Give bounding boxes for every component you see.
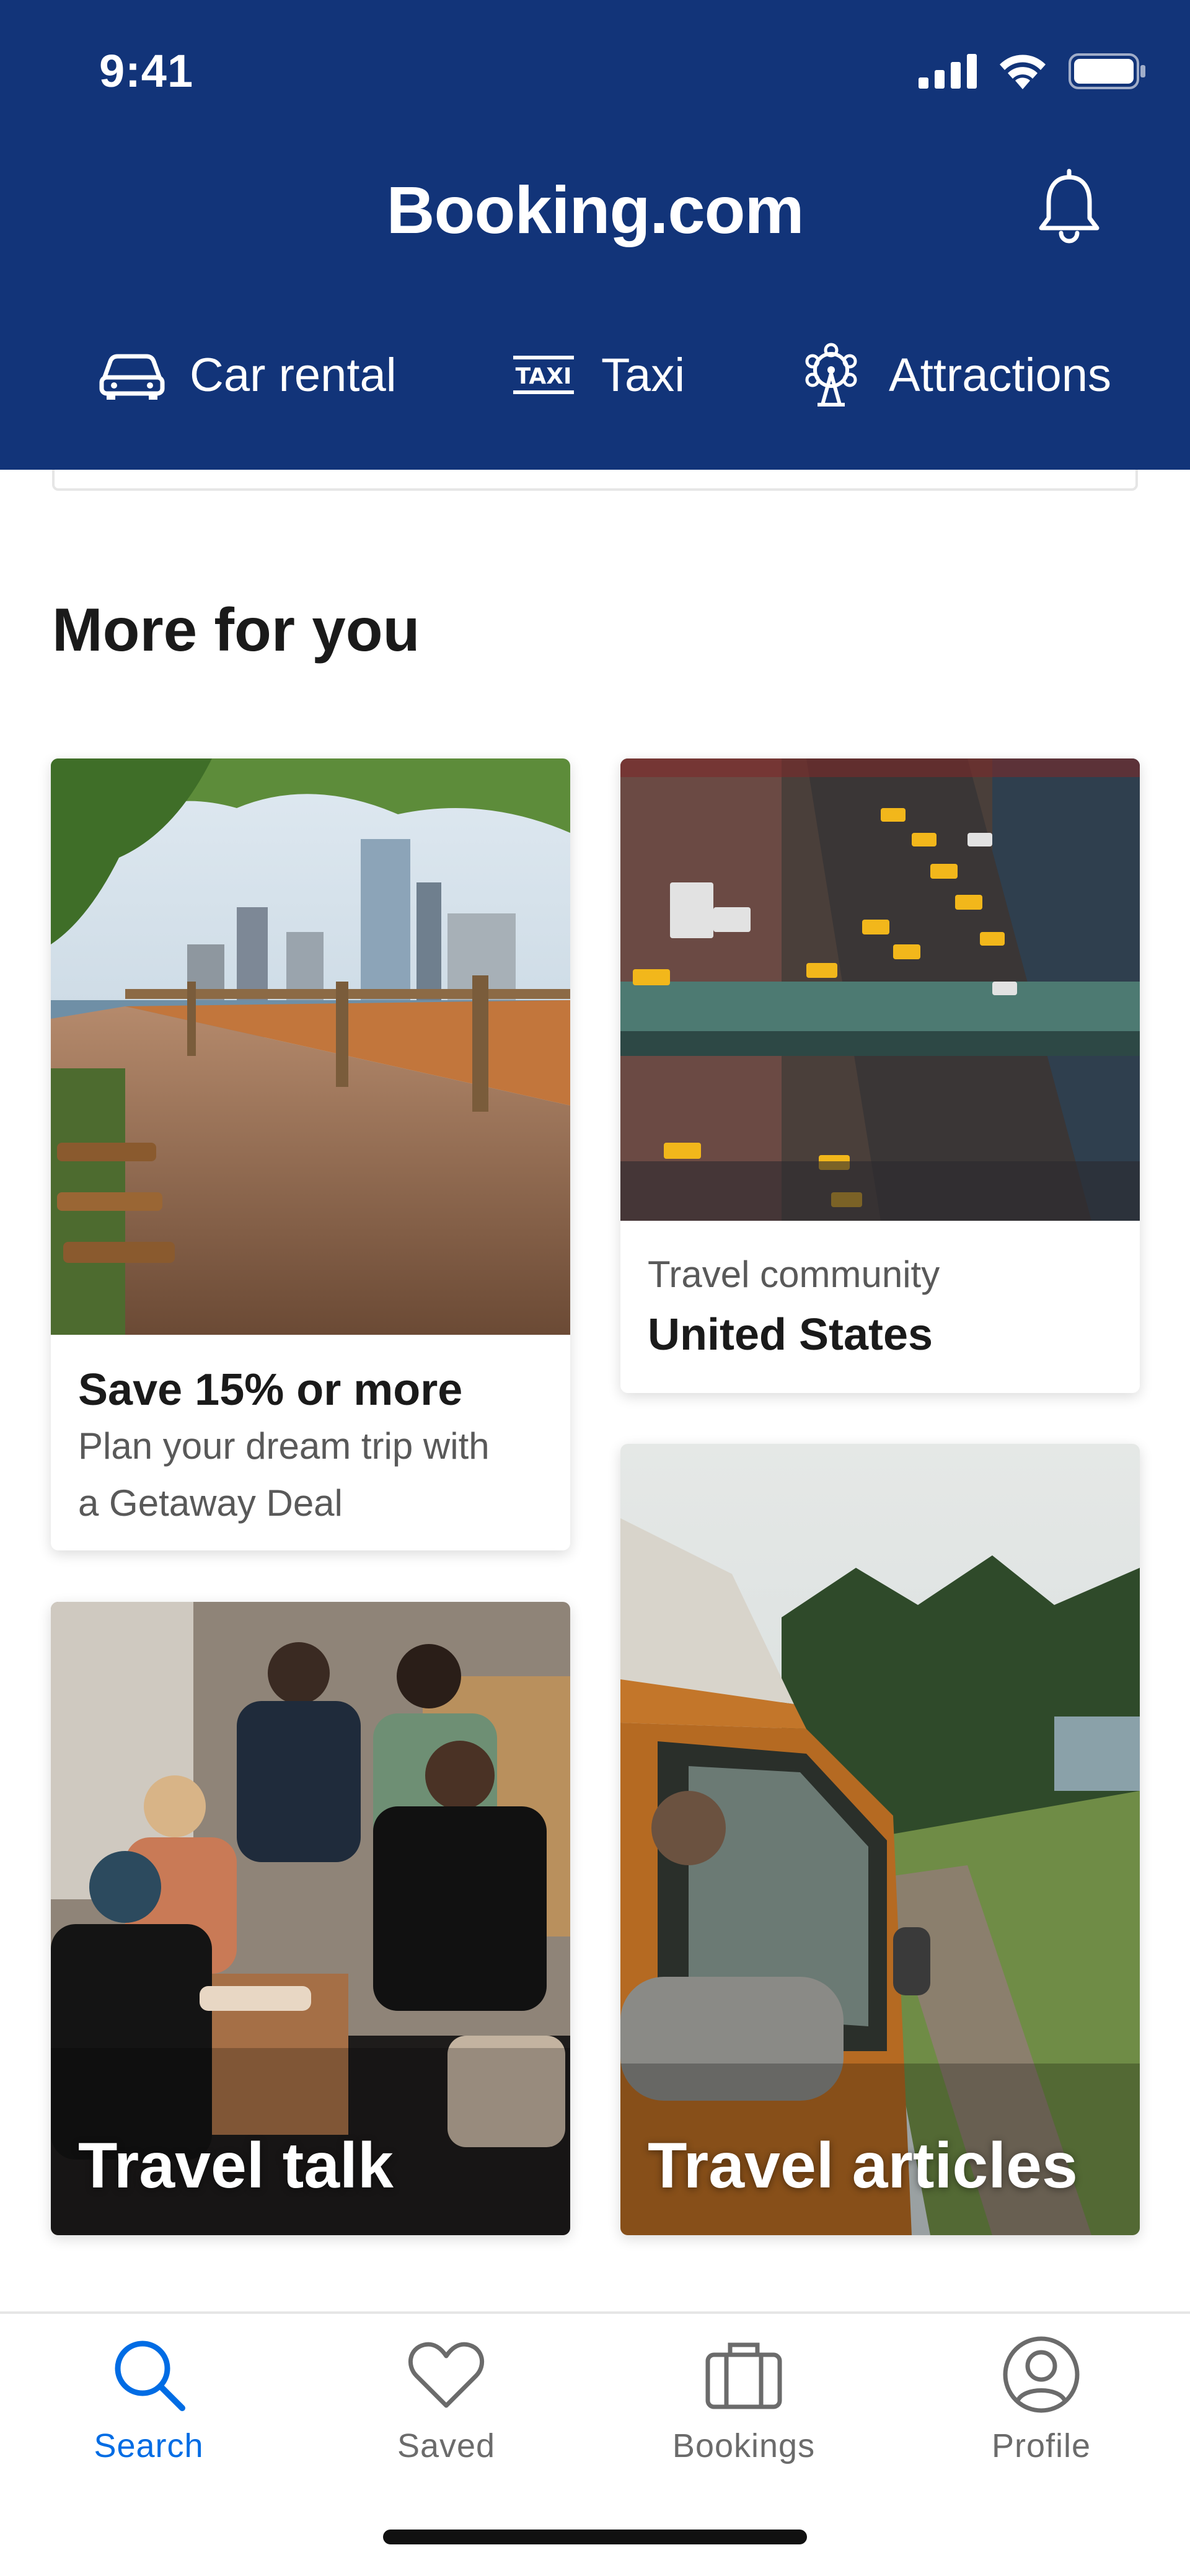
search-icon: [115, 2341, 185, 2411]
nav-label: Car rental: [190, 348, 397, 402]
brand-row: Booking.com: [0, 155, 1190, 260]
bell-icon[interactable]: [1029, 167, 1109, 248]
taxi-icon: TAXI: [509, 341, 578, 409]
tab-search[interactable]: Search: [0, 2332, 298, 2487]
svg-text:TAXI: TAXI: [516, 364, 572, 389]
tab-label: Profile: [991, 2427, 1091, 2464]
nav-attractions[interactable]: Attractions: [797, 335, 1111, 415]
city-street-image: [620, 758, 1140, 1221]
tab-label: Bookings: [672, 2427, 816, 2464]
promenade-image: [51, 758, 570, 1335]
tab-bookings[interactable]: Bookings: [595, 2332, 892, 2487]
tab-label: Saved: [397, 2427, 496, 2464]
nav-car-rental[interactable]: Car rental: [98, 335, 397, 415]
getaway-deal-card[interactable]: Save 15% or more Plan your dream trip wi…: [51, 758, 570, 1550]
card-text: Travel community United States: [620, 1221, 1140, 1360]
card-subtitle: Plan your dream trip with a Getaway Deal: [78, 1418, 543, 1532]
nav-label: Taxi: [601, 348, 685, 402]
card-subtitle: Travel community: [648, 1254, 940, 1295]
tab-saved[interactable]: Saved: [298, 2332, 595, 2487]
battery-icon: [1069, 53, 1145, 89]
briefcase-icon: [705, 2342, 782, 2409]
card-subtitle-line: a Getaway Deal: [78, 1482, 343, 1524]
app-header: 9:41 Booking.com Car rental TAXI Taxi At…: [0, 0, 1190, 470]
profile-icon: [1003, 2336, 1080, 2413]
car-icon: [98, 341, 166, 409]
home-indicator[interactable]: [383, 2530, 807, 2544]
status-time: 9:41: [99, 45, 194, 97]
search-box-edge: [52, 470, 1138, 491]
travel-community-card[interactable]: Travel community United States: [620, 758, 1140, 1393]
nav-label: Attractions: [889, 348, 1112, 402]
card-title: Travel articles: [648, 2130, 1078, 2202]
status-icons: [919, 53, 1147, 89]
section-title: More for you: [52, 596, 420, 664]
wifi-icon: [1000, 55, 1046, 89]
card-subtitle-line: Plan your dream trip with: [78, 1425, 490, 1467]
travel-articles-card[interactable]: Travel articles: [620, 1444, 1140, 2235]
tab-label: Search: [94, 2427, 204, 2464]
ferris-wheel-icon: [797, 341, 865, 409]
signal-icon: [919, 54, 977, 89]
status-bar: 9:41: [0, 0, 1190, 143]
nav-taxi[interactable]: TAXI Taxi: [509, 335, 685, 415]
vertical-nav: Car rental TAXI Taxi Attractions: [0, 335, 1190, 415]
camper-van-image: [620, 1444, 1140, 2235]
tab-profile[interactable]: Profile: [892, 2332, 1190, 2487]
travel-talk-card[interactable]: Travel talk: [51, 1602, 570, 2235]
brand-logo: Booking.com: [386, 172, 804, 247]
heart-icon: [408, 2342, 484, 2408]
card-title: United States: [648, 1310, 933, 1360]
card-title: Travel talk: [78, 2130, 394, 2202]
card-title: Save 15% or more: [78, 1365, 463, 1415]
card-text: Save 15% or more Plan your dream trip wi…: [51, 1335, 570, 1532]
